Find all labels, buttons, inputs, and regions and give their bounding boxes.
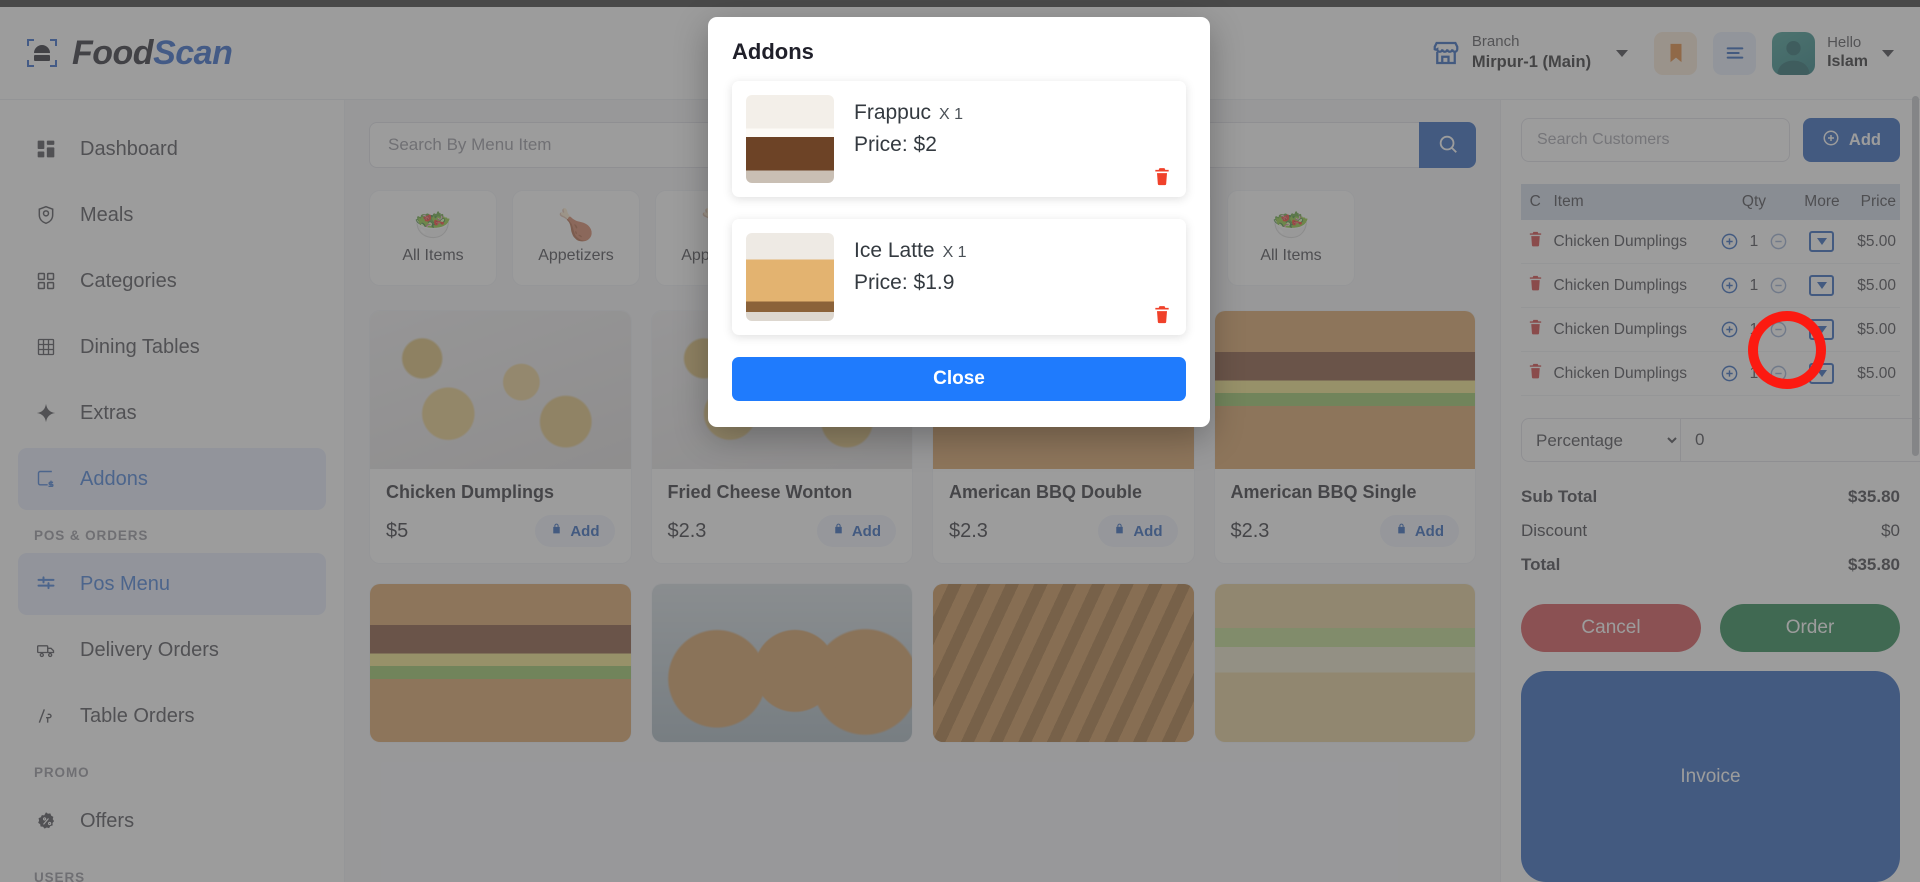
- addon-qty: X 1: [939, 106, 964, 123]
- addon-name: Frappuc X 1: [854, 101, 963, 125]
- delete-addon-icon[interactable]: [1152, 166, 1172, 187]
- addon-name-text: Ice Latte: [854, 239, 935, 262]
- addon-price: Price: $2: [854, 133, 937, 156]
- app-root: FoodScan Branch Mirpur-1 (Main): [0, 0, 1920, 882]
- delete-addon-icon[interactable]: [1152, 304, 1172, 325]
- addon-list: Frappuc X 1 Price: $2 Ice Latte X 1 Price: $1…: [708, 81, 1210, 335]
- addon-item: Frappuc X 1 Price: $2: [732, 81, 1186, 197]
- addon-info: Frappuc X 1 Price: $2: [854, 95, 963, 183]
- close-button[interactable]: Close: [732, 357, 1186, 401]
- addon-price: Price: $1.9: [854, 271, 955, 294]
- modal-title: Addons: [732, 39, 814, 64]
- addon-image: [746, 95, 834, 183]
- addons-modal: Addons Frappuc X 1 Price: $2 Ice Latte X 1 Pr…: [708, 17, 1210, 427]
- addon-name-text: Frappuc: [854, 101, 932, 124]
- addon-qty: X 1: [942, 244, 967, 261]
- addon-image: [746, 233, 834, 321]
- addon-info: Ice Latte X 1 Price: $1.9: [854, 233, 967, 321]
- addon-item: Ice Latte X 1 Price: $1.9: [732, 219, 1186, 335]
- addon-name: Ice Latte X 1: [854, 239, 967, 263]
